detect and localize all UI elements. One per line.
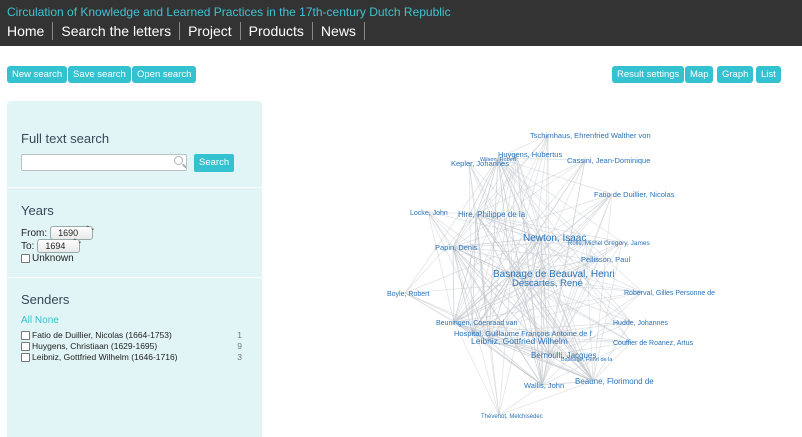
sender-count: 1 [237, 330, 242, 340]
senders-none-link[interactable]: None [35, 315, 59, 326]
graph-edge [471, 213, 477, 334]
graph-node-label[interactable]: Wallis, John [524, 381, 564, 390]
year-to-select[interactable]: 1694 [37, 239, 81, 253]
sender-count: 9 [237, 341, 242, 351]
correspondence-network-graph: Tschirnhaus, Ehrenfried Walther vonHuyge… [387, 131, 715, 420]
graph-node-label[interactable]: Beuningen, Coenraad van [436, 320, 517, 327]
graph-node-label[interactable]: Descartes, René [512, 278, 583, 289]
graph-node-label[interactable]: Fatio de Duillier, Nicolas [594, 190, 675, 199]
sender-checkbox[interactable] [21, 341, 30, 351]
year-from-row: From: 1690 [21, 226, 94, 240]
graph-button[interactable]: Graph [717, 66, 754, 83]
graph-node-label[interactable]: Hire, Philippe de la [458, 210, 526, 219]
site-title[interactable]: Circulation of Knowledge and Learned Pra… [7, 5, 451, 19]
years-title: Years [21, 203, 54, 218]
search-button[interactable]: Search [194, 154, 235, 172]
graph-node-label[interactable]: Beaune, Florimond de [575, 377, 654, 386]
sender-row: Leibniz, Gottfried Wilhelm (1646-1716) 3 [21, 352, 242, 362]
graph-node-label[interactable]: Thévenot, Melchisédec [481, 414, 543, 420]
graph-node-label[interactable]: Rolle, Michel [568, 241, 602, 247]
graph-node-label[interactable]: Couffier de Roanez, Artus [613, 340, 694, 347]
graph-node-label[interactable]: Tschirnhaus, Ehrenfried Walther von [530, 131, 651, 140]
graph-node-label[interactable]: Pellisson, Paul [581, 255, 631, 264]
search-icon [174, 156, 183, 165]
senders-title: Senders [21, 292, 70, 307]
fulltext-section: Full text search Search [7, 101, 262, 188]
sender-count: 3 [237, 352, 242, 362]
unknown-label: Unknown [32, 253, 74, 264]
new-search-button[interactable]: New search [7, 66, 68, 83]
sender-name: Leibniz, Gottfried Wilhelm (1646-1716) [32, 352, 178, 362]
year-from-label: From: [21, 227, 48, 239]
graph-node-label[interactable]: Papin, Denis [435, 243, 478, 252]
graph-node-label[interactable]: Basnage, Henri de la [561, 357, 613, 363]
main-nav: Home Search the letters Project Products… [0, 21, 365, 41]
sender-checkbox[interactable] [21, 352, 30, 362]
result-settings-button[interactable]: Result settings [612, 66, 685, 83]
unknown-checkbox[interactable] [21, 254, 30, 263]
nav-home[interactable]: Home [0, 22, 54, 40]
top-navigation-bar: Circulation of Knowledge and Learned Pra… [0, 0, 802, 46]
graph-node-label[interactable]: Kepler, Johannes [451, 159, 509, 168]
years-section: Years From: 1690 To: 1694 Unknown [7, 188, 262, 278]
graph-node-label[interactable]: Gregory, James [604, 240, 651, 247]
senders-all-none: All None [21, 315, 59, 326]
nav-project[interactable]: Project [180, 22, 241, 40]
graph-node-label[interactable]: Hudde, Johannes [613, 320, 668, 327]
open-search-button[interactable]: Open search [132, 66, 197, 83]
graph-node-label[interactable]: Roberval, Gilles Personne de [624, 290, 715, 297]
sender-row: Huygens, Christiaan (1629-1695) 9 [21, 341, 242, 351]
graph-node-label[interactable]: Locke, John [410, 210, 448, 217]
senders-all-link[interactable]: All [21, 315, 32, 326]
search-sidebar: Full text search Search Years From: 1690… [7, 101, 262, 437]
sender-checkbox[interactable] [21, 330, 30, 340]
sender-name: Huygens, Christiaan (1629-1695) [32, 341, 158, 351]
graph-node-label[interactable]: Boyle, Robert [387, 291, 429, 298]
nav-products[interactable]: Products [241, 22, 313, 40]
year-from-select[interactable]: 1690 [50, 226, 94, 240]
sender-row: Fatio de Duillier, Nicolas (1664-1753) 1 [21, 330, 242, 340]
map-button[interactable]: Map [685, 66, 714, 83]
year-unknown-row: Unknown [21, 253, 74, 264]
fulltext-search-input[interactable] [21, 154, 187, 171]
graph-node-label[interactable]: Leibniz, Gottfried Wilhelm [471, 336, 568, 346]
graph-edge [497, 157, 623, 243]
fulltext-title: Full text search [21, 131, 110, 146]
graph-edge [452, 246, 455, 323]
nav-news[interactable]: News [313, 22, 365, 40]
save-search-button[interactable]: Save search [68, 66, 131, 83]
year-to-label: To: [21, 240, 35, 252]
year-to-row: To: 1694 [21, 239, 81, 253]
nav-search-the-letters[interactable]: Search the letters [53, 22, 181, 40]
sender-name: Fatio de Duillier, Nicolas (1664-1753) [32, 330, 172, 340]
list-button[interactable]: List [756, 66, 781, 83]
graph-node-label[interactable]: Cassini, Jean-Dominique [567, 156, 650, 165]
